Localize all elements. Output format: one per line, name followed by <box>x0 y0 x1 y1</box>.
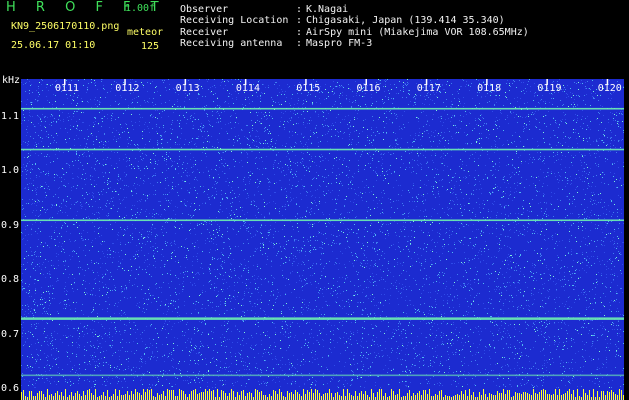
count-value: 125 <box>141 41 160 52</box>
app-version: 1.00f <box>125 3 156 14</box>
time-tick-label: 0119 <box>537 83 561 94</box>
file-name: KN9_2506170110.png <box>11 21 120 32</box>
antenna-separator: : <box>296 38 303 49</box>
timestamp: 25.06.17 01:10 <box>11 40 96 51</box>
carrier-line <box>21 107 624 110</box>
time-tick-label: 0112 <box>115 83 139 94</box>
time-tick-label: 0114 <box>236 83 260 94</box>
carrier-line <box>21 219 624 222</box>
antenna-label: Receiving antenna <box>180 38 283 49</box>
time-tick-label: 0120 <box>598 83 622 94</box>
carrier-line <box>21 148 624 151</box>
time-tick-label: 0116 <box>357 83 381 94</box>
time-tick-label: 0118 <box>477 83 501 94</box>
y-tick-label: 0.6 <box>1 383 20 395</box>
y-tick-label: 0.7 <box>1 328 20 340</box>
y-tick-label: 1.0 <box>1 165 20 177</box>
mode-label: meteor <box>127 27 164 38</box>
time-tick-label: 0113 <box>176 83 200 94</box>
carrier-line <box>21 317 624 320</box>
hrofft-window: H R O F F T 1.00f KN9_2506170110.png met… <box>0 0 629 400</box>
location-value: Chigasaki, Japan (139.414 35.340) <box>306 15 505 26</box>
carrier-line <box>21 374 624 377</box>
y-tick-label: 1.1 <box>1 111 20 123</box>
time-tick-label: 0111 <box>55 83 79 94</box>
time-tick-label: 0115 <box>296 83 320 94</box>
location-separator: : <box>296 15 303 26</box>
y-axis-unit: kHz <box>2 75 21 86</box>
spectrogram-plot: 0111 0112 0113 0114 0115 0116 0117 0118 0119 0120 <box>21 79 624 400</box>
time-tick-label: 0117 <box>417 83 441 94</box>
y-tick-label: 0.9 <box>1 219 20 231</box>
antenna-value: Maspro FM-3 <box>306 38 373 49</box>
spectrogram-background <box>21 79 624 400</box>
location-label: Receiving Location <box>180 15 289 26</box>
y-tick-label: 0.8 <box>1 274 20 286</box>
